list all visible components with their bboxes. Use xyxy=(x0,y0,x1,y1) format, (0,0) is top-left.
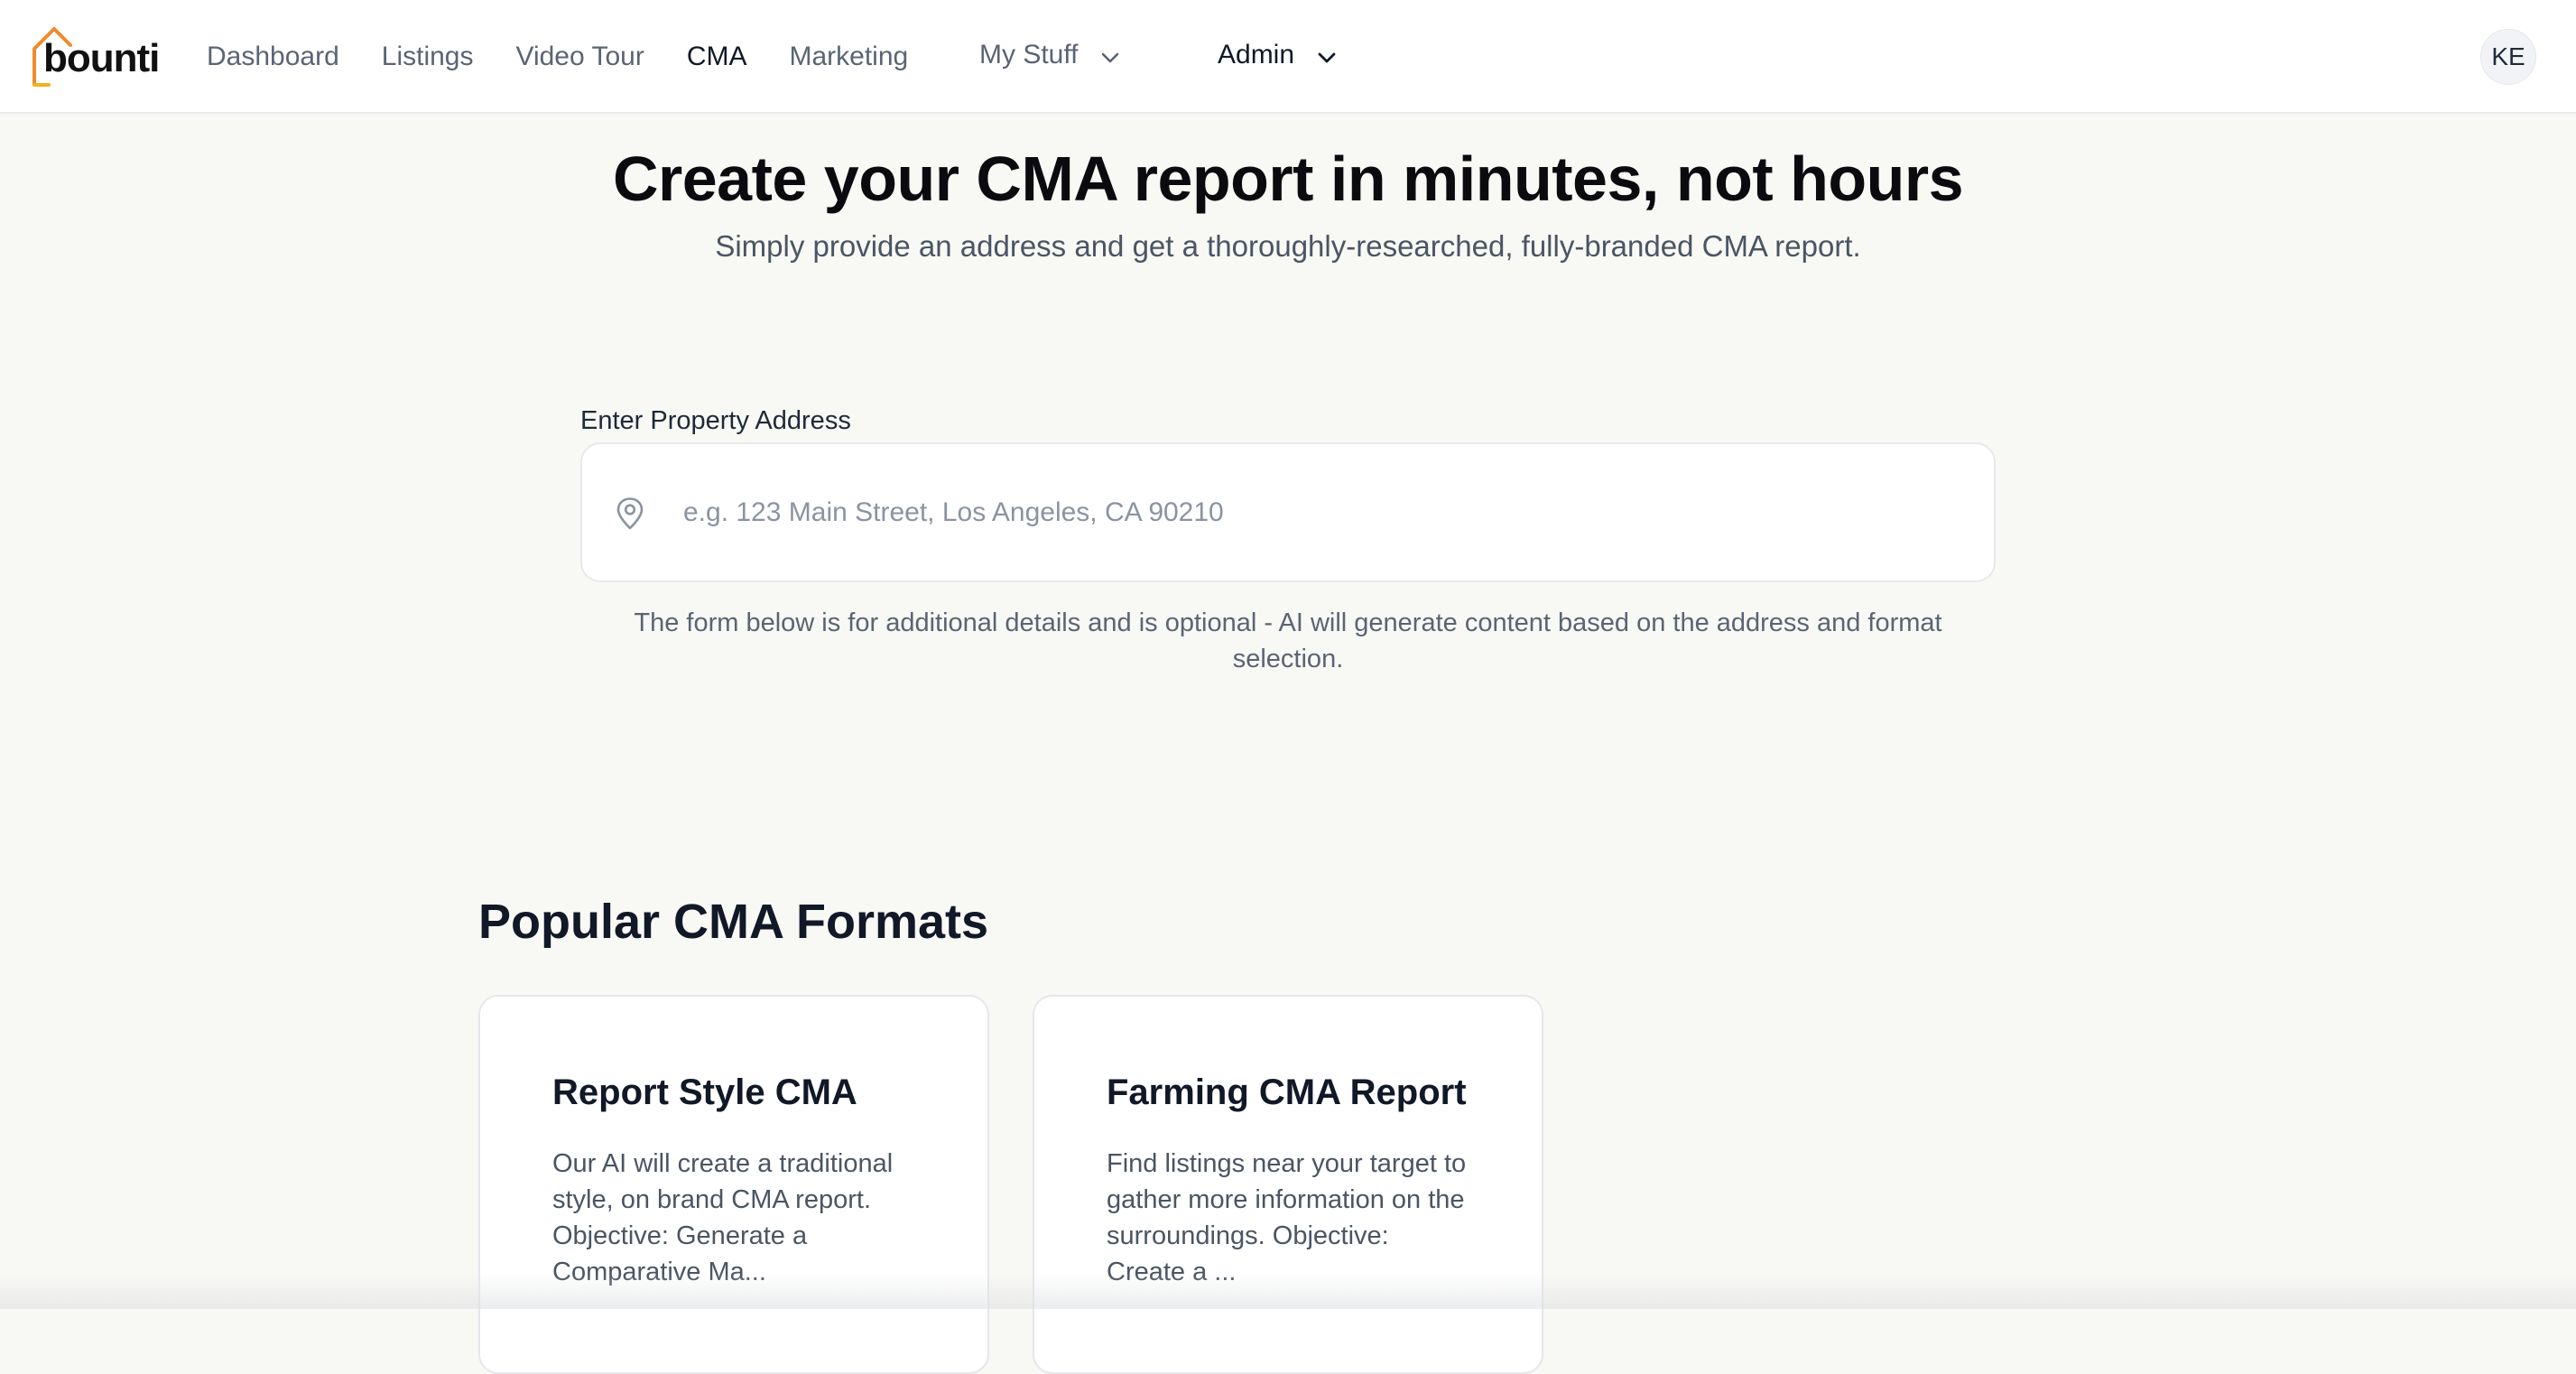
address-helper-text: The form below is for additional details… xyxy=(596,605,1980,677)
card-title: Report Style CMA xyxy=(552,1072,915,1113)
address-field-container[interactable] xyxy=(580,442,1996,582)
nav-dashboard[interactable]: Dashboard xyxy=(207,42,339,72)
avatar-initials: KE xyxy=(2491,42,2525,71)
my-stuff-dropdown[interactable]: My Stuff xyxy=(979,40,1119,70)
nav-listings[interactable]: Listings xyxy=(382,42,474,72)
nav-marketing[interactable]: Marketing xyxy=(790,42,909,72)
bottom-scroll-fade xyxy=(0,1273,2576,1309)
my-stuff-label: My Stuff xyxy=(979,40,1078,70)
chevron-down-icon xyxy=(1318,40,1336,70)
main-nav: Dashboard Listings Video Tour CMA Market… xyxy=(207,0,950,114)
logo-text: bounti xyxy=(43,36,159,81)
bounti-logo[interactable]: bounti xyxy=(31,25,153,88)
format-card-report-style[interactable]: Report Style CMA Our AI will create a tr… xyxy=(478,995,989,1374)
top-navbar: bounti Dashboard Listings Video Tour CMA… xyxy=(0,0,2576,114)
page-subtitle: Simply provide an address and get a thor… xyxy=(0,229,2576,264)
chevron-down-icon xyxy=(1101,40,1119,70)
nav-cma[interactable]: CMA xyxy=(687,42,747,72)
admin-dropdown[interactable]: Admin xyxy=(1218,40,1336,70)
user-avatar[interactable]: KE xyxy=(2480,29,2536,85)
map-pin-icon xyxy=(615,497,645,535)
format-card-farming[interactable]: Farming CMA Report Find listings near yo… xyxy=(1033,995,1543,1374)
page-title: Create your CMA report in minutes, not h… xyxy=(0,143,2576,215)
card-title: Farming CMA Report xyxy=(1107,1072,1469,1113)
admin-label: Admin xyxy=(1218,40,1294,70)
card-description: Find listings near your target to gather… xyxy=(1107,1146,1469,1290)
address-label: Enter Property Address xyxy=(580,406,851,436)
formats-heading: Popular CMA Formats xyxy=(478,894,988,950)
nav-video-tour[interactable]: Video Tour xyxy=(515,42,644,72)
address-input[interactable] xyxy=(683,480,1965,545)
card-description: Our AI will create a traditional style, … xyxy=(552,1146,915,1290)
